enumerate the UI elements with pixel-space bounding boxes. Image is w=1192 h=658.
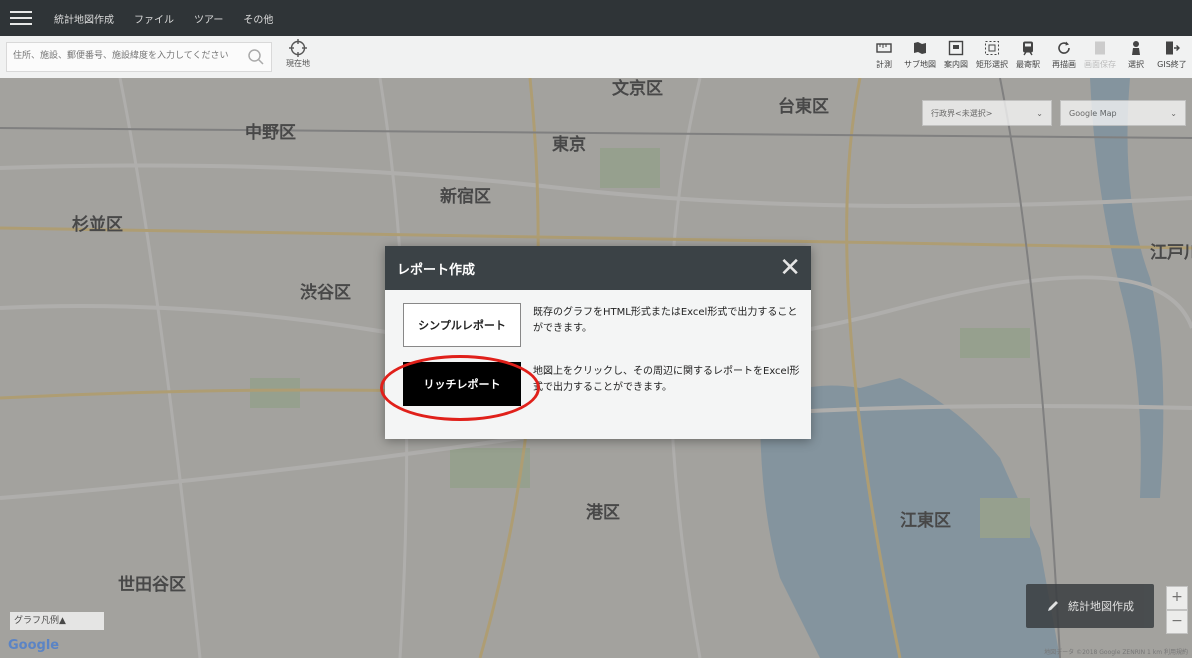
dialog-header: レポート作成 ✕ xyxy=(385,246,811,290)
current-location-button[interactable]: 現在地 xyxy=(281,39,315,69)
chevron-down-icon: ⌄ xyxy=(1170,108,1177,118)
rich-report-row: リッチレポート 地図上をクリックし、その周辺に関するレポートをExcel形式で出… xyxy=(403,362,805,406)
create-statistics-map-button[interactable]: 統計地図作成 xyxy=(1026,584,1154,628)
toolbar: 現在地 計測 サブ地図 案内図 矩形選択 最寄駅 再描画 画面保存 xyxy=(0,36,1192,79)
map-selects: 行政界<未選択> ⌄ Google Map ⌄ xyxy=(922,100,1186,126)
maptype-select[interactable]: Google Map ⌄ xyxy=(1060,100,1186,126)
tool-label: 画面保存 xyxy=(1084,60,1116,69)
close-icon[interactable]: ✕ xyxy=(779,255,801,281)
menu-other[interactable]: その他 xyxy=(243,11,273,26)
tool-redraw-button[interactable]: 再描画 xyxy=(1046,38,1082,70)
exit-icon xyxy=(1166,41,1180,55)
rich-report-description: 地図上をクリックし、その周辺に関するレポートをExcel形式で出力することができ… xyxy=(533,366,800,393)
tool-save-screen-button: 画面保存 xyxy=(1082,38,1118,70)
report-dialog: レポート作成 ✕ シンプルレポート 既存のグラフをHTML形式またはExcel形… xyxy=(385,246,811,439)
hamburger-menu-icon[interactable] xyxy=(10,11,32,25)
tool-label: 選択 xyxy=(1128,60,1144,69)
tool-buttons: 計測 サブ地図 案内図 矩形選択 最寄駅 再描画 画面保存 選択 GIS終了 xyxy=(866,38,1190,70)
tool-label: 最寄駅 xyxy=(1016,60,1040,69)
tool-label: 計測 xyxy=(876,60,892,69)
create-button-label: 統計地図作成 xyxy=(1068,600,1134,613)
search-box xyxy=(6,42,272,72)
tool-measure-button[interactable]: 計測 xyxy=(866,38,902,70)
train-icon xyxy=(1023,41,1033,56)
maptype-select-value: Google Map xyxy=(1069,108,1117,118)
simple-report-description: 既存のグラフをHTML形式またはExcel形式で出力することができます。 xyxy=(533,307,798,334)
dialog-title: レポート作成 xyxy=(397,262,476,278)
search-input[interactable] xyxy=(7,43,249,69)
zoom-in-button[interactable]: + xyxy=(1166,586,1188,610)
current-location-label: 現在地 xyxy=(286,59,310,68)
menu-tour[interactable]: ツアー xyxy=(194,11,223,26)
chevron-down-icon: ⌄ xyxy=(1036,108,1043,118)
simple-report-row: シンプルレポート 既存のグラフをHTML形式またはExcel形式で出力することが… xyxy=(403,303,805,347)
menu-statistics-map[interactable]: 統計地図作成 xyxy=(54,11,114,26)
simple-report-button[interactable]: シンプルレポート xyxy=(403,303,521,347)
sub-map-icon xyxy=(914,42,926,54)
tool-label: GIS終了 xyxy=(1157,60,1187,69)
rich-report-button[interactable]: リッチレポート xyxy=(403,362,521,406)
tool-submap-button[interactable]: サブ地図 xyxy=(902,38,938,70)
pencil-icon xyxy=(1048,601,1058,611)
tool-label: 再描画 xyxy=(1052,60,1076,69)
guide-map-icon xyxy=(948,40,964,56)
ruler-icon xyxy=(876,43,892,53)
tool-guidemap-button[interactable]: 案内図 xyxy=(938,38,974,70)
tool-label: サブ地図 xyxy=(904,60,936,69)
zoom-out-button[interactable]: − xyxy=(1166,610,1188,634)
rect-select-icon xyxy=(985,41,999,55)
crosshair-icon xyxy=(289,39,307,57)
boundary-select-value: 行政界<未選択> xyxy=(931,108,993,118)
menu-file[interactable]: ファイル xyxy=(134,11,174,26)
graph-legend-toggle[interactable]: グラフ凡例▲ xyxy=(10,612,104,630)
google-logo: Google xyxy=(8,638,60,653)
tool-nearest-station-button[interactable]: 最寄駅 xyxy=(1010,38,1046,70)
tool-select-button[interactable]: 選択 xyxy=(1118,38,1154,70)
tool-label: 案内図 xyxy=(944,60,968,69)
tool-exit-gis-button[interactable]: GIS終了 xyxy=(1154,38,1190,70)
disabled-icon xyxy=(1095,41,1105,55)
boundary-select[interactable]: 行政界<未選択> ⌄ xyxy=(922,100,1052,126)
tool-label: 矩形選択 xyxy=(976,60,1008,69)
tool-rect-select-button[interactable]: 矩形選択 xyxy=(974,38,1010,70)
search-icon[interactable] xyxy=(247,48,265,66)
redraw-icon xyxy=(1058,41,1070,54)
zoom-controls: + − xyxy=(1166,586,1188,634)
person-select-icon xyxy=(1132,41,1140,55)
top-menu-bar: 統計地図作成 ファイル ツアー その他 xyxy=(0,0,1192,36)
map-attribution: 地図データ ©2018 Google ZENRIN 1 km 利用規約 xyxy=(1044,649,1188,656)
